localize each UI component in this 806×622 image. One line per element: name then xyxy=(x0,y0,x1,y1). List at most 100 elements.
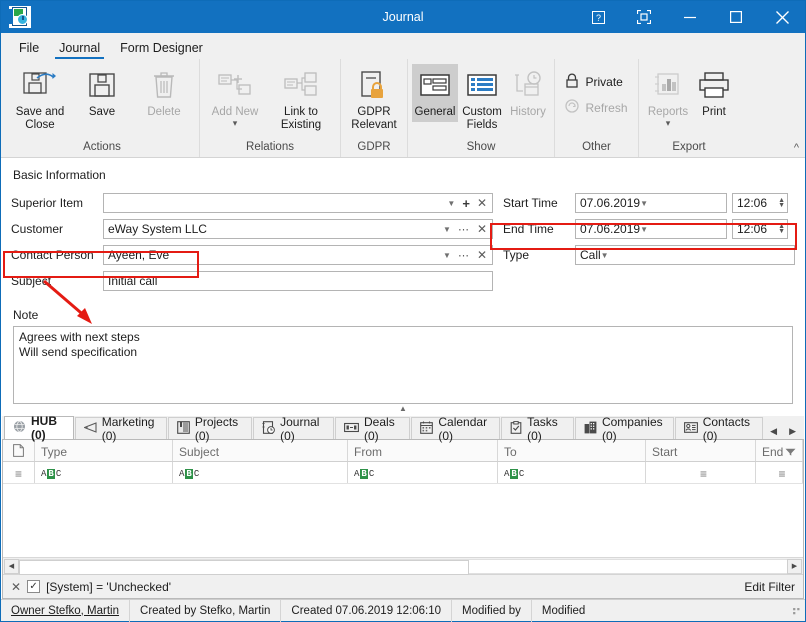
fullscreen-button[interactable] xyxy=(621,1,667,33)
grid-column-header-subject[interactable]: Subject xyxy=(173,440,348,461)
chevron-down-icon[interactable]: ▾ xyxy=(233,119,238,128)
status-owner[interactable]: Owner Stefko, Martin xyxy=(1,599,131,622)
ribbon-tab-file[interactable]: File xyxy=(9,38,49,59)
resize-grip-icon[interactable]: ▪▪ ▪ xyxy=(793,604,805,617)
type-value: Call xyxy=(580,248,601,262)
delete-button[interactable]: Delete xyxy=(133,64,195,122)
print-button[interactable]: Print xyxy=(693,64,735,122)
tab-marketing[interactable]: Marketing (0) xyxy=(74,415,167,443)
end-time-input[interactable]: 12:06 ▲ ▼ xyxy=(732,219,788,239)
help-button[interactable]: ? xyxy=(575,1,621,33)
custom-fields-button[interactable]: Custom Fields xyxy=(458,64,506,135)
grid-column-header-start[interactable]: Start xyxy=(646,440,756,461)
scroll-thumb[interactable] xyxy=(19,559,469,575)
grid-filter-cell-from[interactable]: ABC xyxy=(348,462,498,483)
tab-tasks-label: Tasks (0) xyxy=(527,414,558,443)
chevron-down-icon[interactable]: ▾ xyxy=(666,119,671,128)
gdpr-relevant-button[interactable]: GDPR Relevant xyxy=(345,64,403,135)
tab-hub[interactable]: HUB (0) xyxy=(4,414,74,442)
ellipsis-icon[interactable]: ⋯ xyxy=(458,249,470,262)
dropdown-icon[interactable]: ▼ xyxy=(447,199,455,208)
tab-scroll-left-button[interactable]: ◀ xyxy=(770,426,777,437)
superior-item-input[interactable]: ▼ + ✕ xyxy=(103,193,493,213)
grid-column-header-document[interactable] xyxy=(3,440,35,461)
spinner-icon[interactable]: ▲ ▼ xyxy=(778,197,785,209)
clear-filter-icon[interactable]: ✕ xyxy=(11,580,21,594)
dropdown-icon[interactable]: ▼ xyxy=(601,251,609,260)
contact-person-input[interactable]: Ayeen, Eve ▼ ⋯ ✕ xyxy=(103,245,493,265)
close-button[interactable] xyxy=(759,1,805,33)
clear-icon[interactable]: ✕ xyxy=(477,222,487,236)
grid-filter-cell-to[interactable]: ABC xyxy=(498,462,646,483)
save-icon xyxy=(88,67,116,103)
start-date-input[interactable]: 07.06.2019 ▼ xyxy=(575,193,727,213)
companies-building-icon xyxy=(584,421,597,437)
minimize-button[interactable] xyxy=(667,1,713,33)
tab-calendar[interactable]: Calendar (0) xyxy=(411,415,501,443)
reports-button[interactable]: Reports ▾ xyxy=(643,64,693,130)
maximize-button[interactable] xyxy=(713,1,759,33)
tab-scroll-right-button[interactable]: ▶ xyxy=(789,426,796,437)
subject-input[interactable]: Initial call xyxy=(103,271,493,291)
tab-companies[interactable]: Companies (0) xyxy=(574,415,674,443)
filter-enabled-checkbox[interactable]: ✓ xyxy=(27,580,41,593)
save-and-close-icon xyxy=(23,67,57,103)
edit-filter-button[interactable]: Edit Filter xyxy=(744,580,795,594)
grid-column-header-to[interactable]: To xyxy=(498,440,646,461)
grid-filter-cell-end[interactable]: ≡ xyxy=(756,462,803,483)
grid-column-header-type[interactable]: Type xyxy=(35,440,173,461)
filter-dropdown-icon[interactable] xyxy=(785,445,796,459)
clear-icon[interactable]: ✕ xyxy=(477,196,487,210)
dropdown-icon[interactable]: ▼ xyxy=(640,225,648,234)
tab-projects[interactable]: Projects (0) xyxy=(167,415,253,443)
grid-filter-cell-document[interactable]: ≡ xyxy=(3,462,35,483)
end-date-input[interactable]: 07.06.2019 ▼ xyxy=(575,219,727,239)
type-select[interactable]: Call ▼ xyxy=(575,245,795,265)
customer-input[interactable]: eWay System LLC ▼ ⋯ ✕ xyxy=(103,219,493,239)
grid-filter-cell-type[interactable]: ABC xyxy=(35,462,173,483)
grid-column-header-from[interactable]: From xyxy=(348,440,498,461)
save-button[interactable]: Save xyxy=(71,64,133,122)
add-new-button[interactable]: Add New ▾ xyxy=(204,64,266,130)
save-label: Save xyxy=(88,106,116,118)
spinner-icon[interactable]: ▲ ▼ xyxy=(778,223,785,235)
scroll-right-button[interactable]: ▶ xyxy=(787,558,802,574)
history-button[interactable]: History xyxy=(506,64,550,122)
tab-journal[interactable]: Journal (0) xyxy=(253,415,335,443)
delete-trash-icon xyxy=(152,67,176,103)
save-and-close-label: Save and Close xyxy=(15,106,65,131)
tab-deals[interactable]: Deals (0) xyxy=(335,415,411,443)
section-title-basic-information: Basic Information xyxy=(13,168,106,182)
ribbon-tab-form-designer[interactable]: Form Designer xyxy=(110,38,213,59)
ribbon-collapse-button[interactable]: ^ xyxy=(794,142,799,154)
start-time-input[interactable]: 12:06 ▲ ▼ xyxy=(732,193,788,213)
link-to-existing-label: Link to Existing xyxy=(280,106,322,131)
refresh-button[interactable]: Refresh xyxy=(559,96,633,119)
ellipsis-icon[interactable]: ⋯ xyxy=(458,223,470,236)
tab-tasks[interactable]: Tasks (0) xyxy=(501,415,574,443)
results-grid: Type Subject From To Start End ≡ ABC AB xyxy=(2,439,804,599)
dropdown-icon[interactable]: ▼ xyxy=(443,251,451,260)
clear-icon[interactable]: ✕ xyxy=(477,248,487,262)
grid-horizontal-scrollbar[interactable]: ◀ ▶ xyxy=(3,557,803,575)
grid-filter-cell-start[interactable]: ≡ xyxy=(646,462,756,483)
grid-filter-cell-subject[interactable]: ABC xyxy=(173,462,348,483)
scroll-track[interactable] xyxy=(19,558,787,575)
field-row-superior-item: Superior Item ▼ + ✕ xyxy=(11,192,493,214)
note-textarea[interactable]: Agrees with next steps Will send specifi… xyxy=(13,326,793,404)
plus-icon[interactable]: + xyxy=(462,196,470,211)
grid-column-header-end[interactable]: End xyxy=(756,440,803,461)
scroll-left-button[interactable]: ◀ xyxy=(4,558,19,574)
tab-contacts[interactable]: Contacts (0) xyxy=(674,415,764,443)
link-to-existing-button[interactable]: Link to Existing xyxy=(266,64,336,135)
tab-hub-label: HUB (0) xyxy=(31,414,57,442)
gdpr-relevant-label: GDPR Relevant xyxy=(351,106,397,131)
grid-column-header-end-label: End xyxy=(762,445,784,459)
ribbon-tab-journal[interactable]: Journal xyxy=(49,38,110,59)
general-button[interactable]: General xyxy=(412,64,458,122)
dropdown-icon[interactable]: ▼ xyxy=(640,199,648,208)
dropdown-icon[interactable]: ▼ xyxy=(443,225,451,234)
private-button[interactable]: Private xyxy=(559,70,633,94)
save-and-close-button[interactable]: Save and Close xyxy=(9,64,71,135)
subject-label: Subject xyxy=(11,274,52,288)
